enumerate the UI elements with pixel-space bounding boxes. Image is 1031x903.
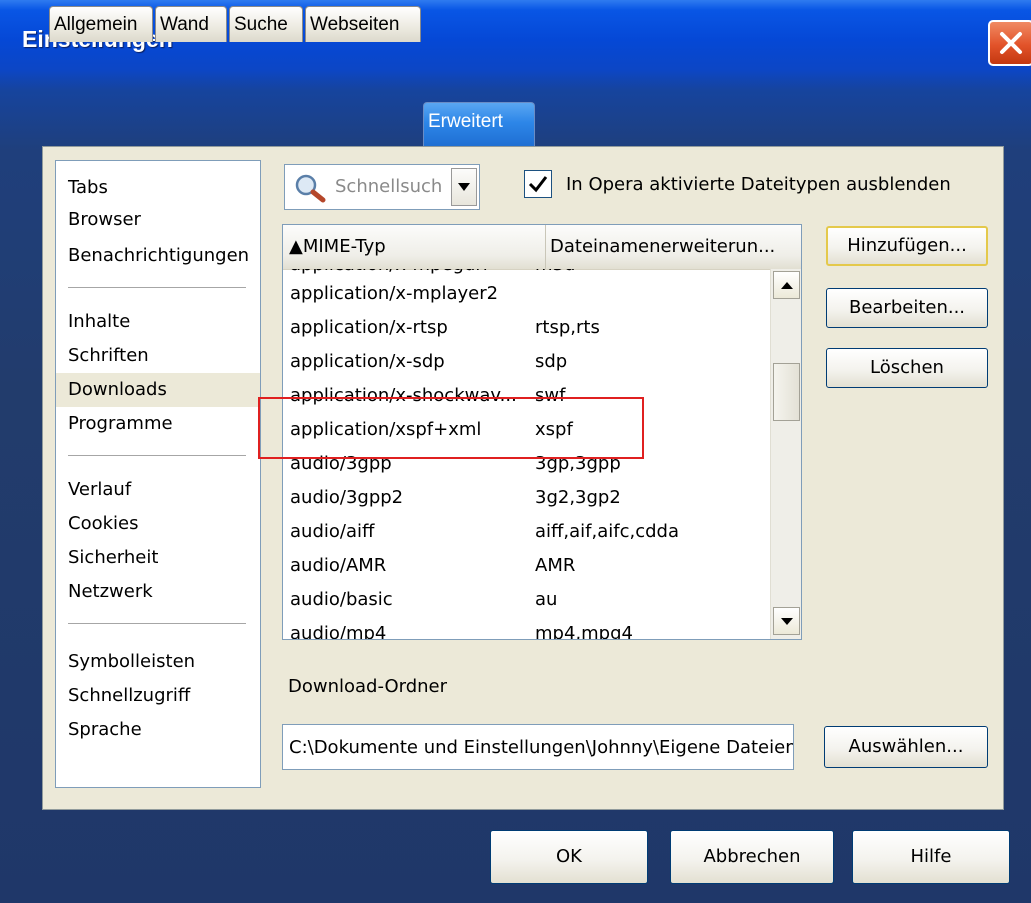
cancel-button[interactable]: Abbrechen [670,830,834,884]
sidebar-item-security[interactable]: Sicherheit [56,541,260,575]
sidebar-item-tabs[interactable]: Tabs [56,171,260,205]
checkmark-icon [528,176,548,193]
highlight-annotation [258,397,644,459]
choose-folder-button[interactable]: Auswählen... [824,726,988,768]
sidebar-item-network[interactable]: Netzwerk [56,575,260,609]
column-header-mime-type[interactable]: ▲MIME-Typ [289,225,541,269]
ok-button[interactable]: OK [490,830,648,884]
scroll-down-button[interactable] [773,607,800,635]
table-row[interactable]: application/x-mplayer2 [283,277,769,311]
column-header-extensions[interactable]: Dateinamenerweiterun... [545,225,795,269]
divider [68,455,246,456]
hide-opera-filetypes-checkbox[interactable] [524,170,552,198]
sidebar-item-programs[interactable]: Programme [56,407,260,441]
settings-category-list: Tabs Browser Benachrichtigungen Inhalte … [55,160,261,788]
sidebar-item-language[interactable]: Sprache [56,713,260,747]
sidebar-item-toolbars[interactable]: Symbolleisten [56,645,260,679]
sidebar-item-cookies[interactable]: Cookies [56,507,260,541]
sidebar-item-browser[interactable]: Browser [56,203,260,237]
table-row[interactable]: application/x-sdp sdp [283,345,769,379]
download-folder-path: C:\Dokumente und Einstellungen\Johnny\Ei… [289,737,794,758]
hide-opera-filetypes-label: In Opera aktivierte Dateitypen ausblende… [566,174,951,195]
tab-suche[interactable]: Suche [229,6,303,42]
divider [68,287,246,288]
scroll-up-button[interactable] [773,271,800,299]
chevron-down-icon [458,183,470,191]
table-row[interactable]: audio/mp4 mp4,mpg4 [283,617,769,639]
arrow-up-icon [781,282,793,289]
sidebar-item-notifications[interactable]: Benachrichtigungen [56,239,260,273]
search-placeholder: Schnellsuch [335,176,443,197]
sidebar-item-speed-dial[interactable]: Schnellzugriff [56,679,260,713]
edit-button[interactable]: Bearbeiten... [826,288,988,328]
tab-webseiten[interactable]: Webseiten [305,6,421,42]
close-button[interactable] [988,20,1031,66]
sidebar-item-fonts[interactable]: Schriften [56,339,260,373]
delete-button[interactable]: Löschen [826,348,988,388]
download-folder-label: Download-Ordner [288,676,448,697]
preferences-window: Einstellungen Allgemein Wand Suche Webse… [0,0,1031,903]
quick-search-input[interactable]: Schnellsuch [284,164,480,210]
sidebar-item-history[interactable]: Verlauf [56,473,260,507]
help-button[interactable]: Hilfe [852,830,1010,884]
tab-wand[interactable]: Wand [155,6,227,42]
table-row[interactable]: audio/3gpp2 3g2,3gp2 [283,481,769,515]
tab-erweitert[interactable]: Erweitert [423,102,535,146]
search-icon [295,174,326,203]
table-row[interactable]: audio/aiff aiff,aif,aifc,cdda [283,515,769,549]
table-row[interactable]: audio/AMR AMR [283,549,769,583]
vertical-scrollbar[interactable] [770,269,801,639]
download-folder-input[interactable]: C:\Dokumente und Einstellungen\Johnny\Ei… [282,724,794,770]
close-icon [1000,32,1022,54]
list-header: ▲MIME-Typ Dateinamenerweiterun... [283,225,801,270]
table-row[interactable]: application/x-rtsp rtsp,rts [283,311,769,345]
sidebar-item-content[interactable]: Inhalte [56,305,260,339]
add-button[interactable]: Hinzufügen... [826,226,988,266]
scroll-thumb[interactable] [773,363,800,421]
sidebar-item-downloads[interactable]: Downloads [56,373,260,407]
tab-allgemein[interactable]: Allgemein [49,6,153,42]
arrow-down-icon [781,618,793,625]
divider [68,623,246,624]
search-dropdown-button[interactable] [451,168,477,206]
table-row[interactable]: audio/basic au [283,583,769,617]
